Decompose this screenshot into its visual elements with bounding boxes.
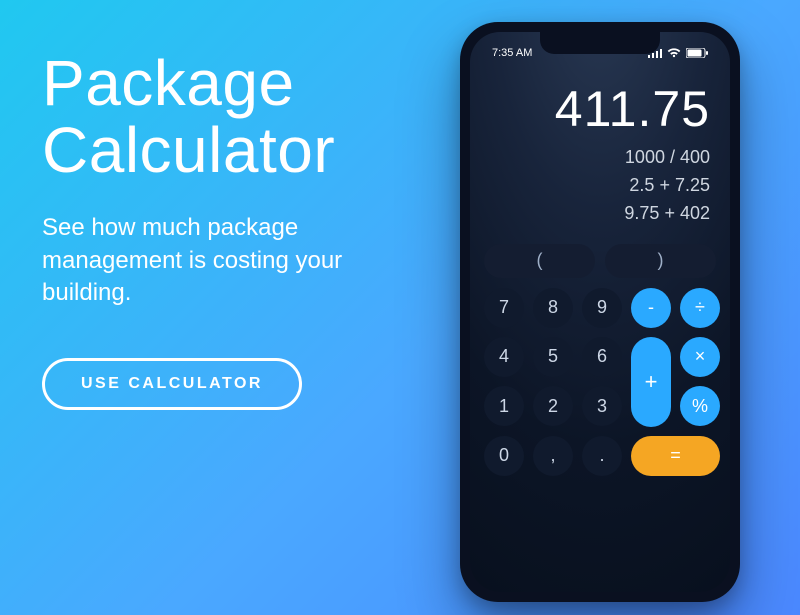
key-divide[interactable]: ÷ (680, 288, 720, 328)
key-dot[interactable]: . (582, 436, 622, 476)
phone-notch (540, 32, 660, 54)
key-minus[interactable]: - (631, 288, 671, 328)
key-3[interactable]: 3 (582, 386, 622, 426)
headline-line-2: Calculator (42, 114, 335, 186)
calc-display: 411.75 1000 / 400 2.5 + 7.25 9.75 + 402 (484, 62, 716, 236)
key-percent[interactable]: % (680, 386, 720, 426)
headline-line-1: Package (42, 47, 295, 119)
phone-mockup: 7:35 AM 411.75 1000 / 400 2.5 + 7.25 (460, 22, 740, 602)
battery-icon (686, 48, 708, 58)
key-multiply[interactable]: × (680, 337, 720, 377)
key-0[interactable]: 0 (484, 436, 524, 476)
paren-close-button[interactable]: ) (605, 244, 716, 278)
key-1[interactable]: 1 (484, 386, 524, 426)
use-calculator-button[interactable]: USE CALCULATOR (42, 358, 302, 410)
promo-banner: Package Calculator See how much package … (0, 0, 800, 615)
copy-block: Package Calculator See how much package … (42, 50, 422, 410)
paren-open-button[interactable]: ( (484, 244, 595, 278)
status-right (648, 48, 708, 58)
key-7[interactable]: 7 (484, 288, 524, 328)
key-5[interactable]: 5 (533, 337, 573, 377)
key-comma[interactable]: , (533, 436, 573, 476)
calc-history-2: 2.5 + 7.25 (484, 172, 710, 200)
keypad: 7 8 9 - ÷ 4 5 6 + × 1 2 3 % 0 , . = (484, 288, 716, 476)
key-equals[interactable]: = (631, 436, 720, 476)
calc-history-1: 1000 / 400 (484, 144, 710, 172)
key-9[interactable]: 9 (582, 288, 622, 328)
calc-history-3: 9.75 + 402 (484, 200, 710, 228)
status-time: 7:35 AM (492, 47, 532, 59)
key-2[interactable]: 2 (533, 386, 573, 426)
phone-screen: 7:35 AM 411.75 1000 / 400 2.5 + 7.25 (470, 32, 730, 592)
key-8[interactable]: 8 (533, 288, 573, 328)
subheadline: See how much package management is costi… (42, 212, 392, 309)
wifi-icon (667, 48, 681, 58)
headline: Package Calculator (42, 50, 422, 184)
paren-row: ( ) (484, 244, 716, 278)
key-4[interactable]: 4 (484, 337, 524, 377)
calc-result: 411.75 (484, 80, 710, 138)
key-plus[interactable]: + (631, 337, 671, 427)
key-6[interactable]: 6 (582, 337, 622, 377)
